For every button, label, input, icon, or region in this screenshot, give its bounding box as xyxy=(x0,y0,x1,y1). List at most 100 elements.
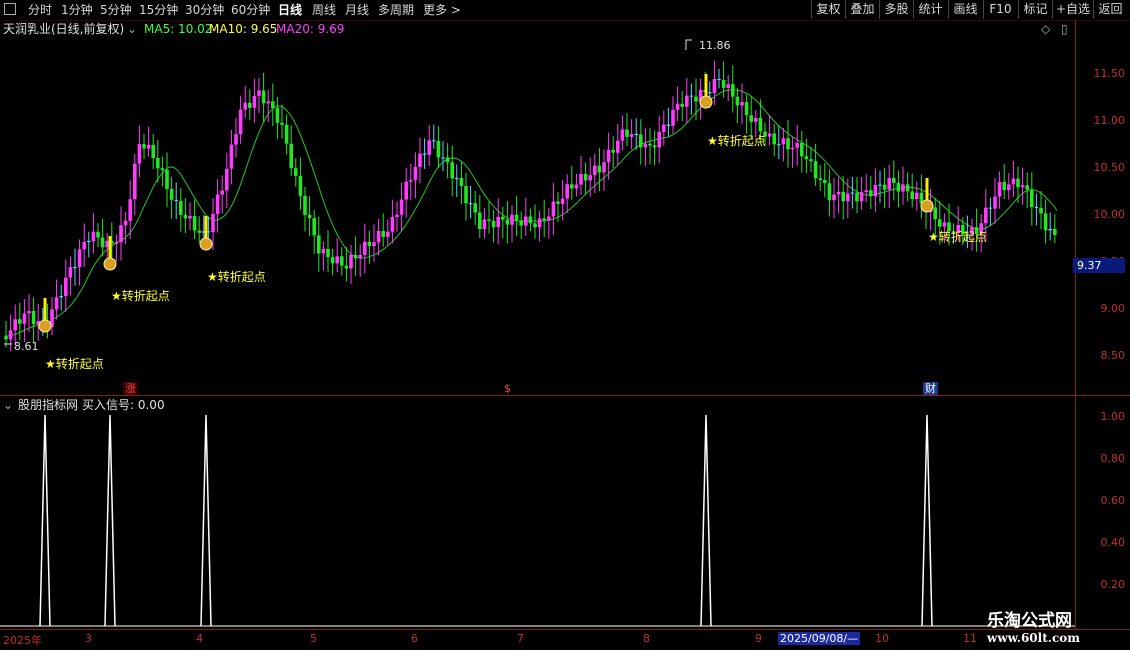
dividend-badge[interactable]: $ xyxy=(502,382,513,395)
candle-body xyxy=(459,178,464,186)
time-label: 9 xyxy=(755,632,762,645)
candle-body xyxy=(243,102,247,110)
candle-body xyxy=(146,144,151,149)
candle-body xyxy=(482,219,487,230)
candle-body xyxy=(639,134,643,148)
candle-body xyxy=(648,143,652,146)
candle-body xyxy=(165,170,169,190)
candle-body xyxy=(634,134,638,136)
candle-body xyxy=(519,220,523,226)
candle-body xyxy=(620,129,625,141)
candle-body xyxy=(197,230,201,233)
candle-body xyxy=(813,161,818,179)
price-tick: 11.00 xyxy=(1093,114,1126,127)
candle-body xyxy=(680,103,684,107)
candle-body xyxy=(625,129,629,137)
limit-up-badge[interactable]: 涨 xyxy=(123,382,138,395)
candle-body xyxy=(445,157,450,163)
time-label: 5 xyxy=(310,632,317,645)
candle-body xyxy=(119,225,123,243)
candle-body xyxy=(804,156,809,160)
candle-body xyxy=(583,173,588,181)
candle-body xyxy=(597,165,602,173)
candle-body xyxy=(133,163,137,200)
kline-chart[interactable] xyxy=(0,0,1075,630)
candle-body xyxy=(96,231,100,238)
money-bag-icon xyxy=(699,95,713,109)
candle-body xyxy=(629,134,634,137)
money-bag-icon xyxy=(103,257,117,271)
candle-body xyxy=(261,90,266,104)
finance-badge[interactable]: 财 xyxy=(923,382,938,395)
candle-body xyxy=(372,242,376,247)
candle-body xyxy=(818,178,822,180)
candle-body xyxy=(514,214,519,221)
candle-body xyxy=(77,249,82,267)
candle-body xyxy=(827,183,832,201)
candle-body xyxy=(436,140,441,158)
signal-tick: 0.60 xyxy=(1100,494,1126,507)
candle-body xyxy=(238,109,243,135)
candle-body xyxy=(616,140,620,153)
price-tick: 10.50 xyxy=(1093,161,1126,174)
candle-body xyxy=(689,95,694,97)
signal-bar xyxy=(43,298,47,320)
back-button[interactable]: 返回 xyxy=(1093,0,1127,19)
candle-body xyxy=(832,194,836,201)
candle-body xyxy=(611,149,615,153)
candle-body xyxy=(349,254,353,269)
signal-tick: 1.00 xyxy=(1100,410,1126,423)
candle-body xyxy=(100,237,105,248)
candle-body xyxy=(823,179,827,184)
candle-body xyxy=(749,115,753,122)
candle-body xyxy=(156,157,160,169)
turning-point-label: ★转折起点 xyxy=(207,270,266,284)
signal-tick: 0.80 xyxy=(1100,452,1126,465)
candle-body xyxy=(298,175,303,196)
candle-body xyxy=(602,162,606,173)
candle-body xyxy=(551,201,556,217)
candle-body xyxy=(712,79,717,94)
candle-body xyxy=(859,192,864,202)
candle-body xyxy=(468,203,473,205)
candle-body xyxy=(588,175,592,181)
time-label: 10 xyxy=(875,632,889,645)
candle-body xyxy=(542,218,546,221)
candle-body xyxy=(303,195,307,216)
candle-body xyxy=(570,184,574,189)
candle-body xyxy=(1020,185,1025,188)
candle-body xyxy=(754,117,758,122)
candle-body xyxy=(901,184,905,192)
candle-body xyxy=(128,199,132,221)
signal-tick: 0.40 xyxy=(1100,536,1126,549)
candle-body xyxy=(984,207,988,224)
candle-body xyxy=(473,203,477,213)
candle-body xyxy=(335,256,339,264)
candle-body xyxy=(938,219,942,227)
candle-body xyxy=(1011,178,1016,185)
candle-body xyxy=(873,185,878,197)
candle-body xyxy=(556,201,560,204)
candle-body xyxy=(59,296,63,298)
time-label: 11 xyxy=(963,632,977,645)
signal-bar xyxy=(204,216,208,238)
candle-body xyxy=(137,144,142,164)
buy-signal-spike xyxy=(921,414,933,627)
candle-body xyxy=(915,192,919,199)
candle-body xyxy=(1025,185,1029,190)
candle-body xyxy=(4,336,8,340)
candle-body xyxy=(257,90,261,96)
candle-body xyxy=(386,231,390,237)
candle-body xyxy=(179,200,183,215)
candle-body xyxy=(758,117,763,132)
time-label: 6 xyxy=(411,632,418,645)
candle-body xyxy=(422,153,427,155)
candle-body xyxy=(910,191,914,199)
candle-body xyxy=(1016,178,1020,188)
candle-body xyxy=(662,124,666,132)
candle-body xyxy=(271,101,275,109)
candle-body xyxy=(340,256,344,266)
candle-body xyxy=(501,216,505,220)
candle-body xyxy=(905,184,910,192)
buy-signal-spike xyxy=(104,414,116,627)
